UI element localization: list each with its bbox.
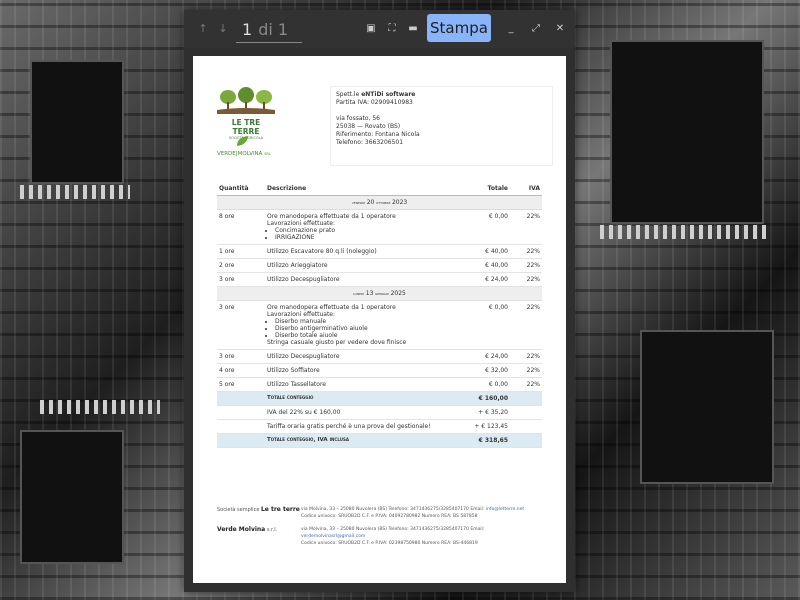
recipient-city: 25038 — Rovato (BS) xyxy=(336,123,401,130)
tariff-row: Tariffa oraria gratis perché è una prova… xyxy=(217,420,542,434)
table-row: 3 ore Utilizzo Decespugliatore € 24,00 22% xyxy=(217,273,542,287)
print-button[interactable]: Stampa xyxy=(427,14,491,42)
footer-email-1[interactable]: info@letterre.net xyxy=(486,507,524,512)
leaf-icon xyxy=(237,136,248,146)
footer-email-2[interactable]: verdemolvinasrl@gmail.com xyxy=(301,533,484,540)
recipient-street: via fossato, 56 xyxy=(336,115,380,122)
company2-logo-text: VERDE|MOLVINA SRL xyxy=(217,151,271,157)
invoice-footer: Società semplice Le tre terre via Molvin… xyxy=(217,506,542,553)
viewer-toolbar: ↑ ↓ 1 di 1 ▣ ⛶ ▬ Stampa _ ⤢ ✕ xyxy=(184,10,575,48)
table-row: 1 ore Utilizzo Escavatore 80 q.li (nolegg… xyxy=(217,245,542,259)
vat-row: IVA del 22% su € 160,00 + € 35,20 xyxy=(217,406,542,420)
page-count: di 1 xyxy=(258,19,289,39)
fit-page-icon[interactable]: ▣ xyxy=(364,21,378,35)
grand-total-row: Totale conteggio, IVA inclusa € 318,65 xyxy=(217,434,542,448)
rotate-icon[interactable]: ▬ xyxy=(406,21,420,35)
recipient-name: Spett.le eNTiDi software xyxy=(336,91,416,98)
table-row: 4 ore Utilizzo Soffiatore € 32,00 22% xyxy=(217,364,542,378)
table-row: 3 ore Ore manodopera effettuate da 1 ope… xyxy=(217,301,542,350)
next-page-icon[interactable]: ↓ xyxy=(212,22,234,35)
table-row: 2 ore Utilizzo Arieggiatore € 40,00 22% xyxy=(217,259,542,273)
restore-icon[interactable]: ⤢ xyxy=(529,21,543,35)
current-page[interactable]: 1 xyxy=(242,20,252,39)
table-row: 8 ore Ore manodopera effettuate da 1 ope… xyxy=(217,210,542,245)
prev-page-icon[interactable]: ↑ xyxy=(192,22,214,35)
date-row-2: lunedì 13 gennaio 2025 xyxy=(217,287,542,301)
recipient-phone: Telefono: 3663206501 xyxy=(336,139,404,146)
recipient-reference: Riferimento: Fontana Nicola xyxy=(336,131,420,138)
footer-company-1: Società semplice Le tre terre via Molvin… xyxy=(217,506,525,519)
table-header: Quantità Descrizione Totale IVA xyxy=(217,180,542,196)
table-row: 3 ore Utilizzo Decespugliatore € 24,00 22% xyxy=(217,350,542,364)
table-row: 5 ore Utilizzo Tassellatore € 0,00 22% xyxy=(217,378,542,392)
invoice-table: Quantità Descrizione Totale IVA venerdì … xyxy=(217,180,542,448)
date-row-1: venerdì 20 ottobre 2023 xyxy=(217,196,542,210)
recipient-vat: Partita IVA: 02909410983 xyxy=(336,99,413,106)
close-icon[interactable]: ✕ xyxy=(553,21,567,35)
recipient-address-box: Spett.le eNTiDi software Partita IVA: 02… xyxy=(330,86,553,166)
page-number-field[interactable]: 1 di 1 xyxy=(236,16,302,43)
invoice-page: LE TRE TERRE SOCIETÀ AGRICOLA VERDE|MOLV… xyxy=(193,56,566,583)
footer-company-2: Verde Molvina s.r.l. via Molvina, 33 – 2… xyxy=(217,526,485,546)
subtotal-row: Totale conteggio € 160,00 xyxy=(217,392,542,406)
trees-icon xyxy=(217,87,275,114)
verde-molvina-logo: VERDE|MOLVINA SRL xyxy=(217,132,277,157)
minimize-icon[interactable]: _ xyxy=(504,21,518,35)
fullscreen-icon[interactable]: ⛶ xyxy=(385,21,399,35)
